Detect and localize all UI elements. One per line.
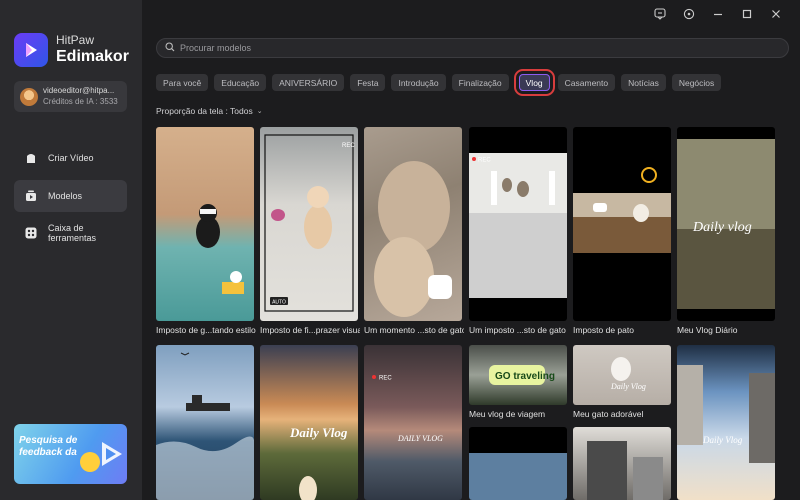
template-title: Um imposto ...sto de gato [469,325,566,335]
video-create-icon [24,151,38,165]
ratio-filter-label: Proporção da tela : Todos [156,106,253,116]
tab-casamento[interactable]: Casamento [557,74,616,91]
rec-label: REC [379,376,392,382]
template-card[interactable]: Daily Vlog [260,345,358,500]
template-card[interactable] [156,127,254,321]
brand-line1: HitPaw [56,32,95,47]
feedback-icon[interactable] [645,6,674,22]
account-email: videoeditor@hitpa... [43,85,115,95]
rec-label: REC [478,158,491,164]
tab-para-voce[interactable]: Para você [156,74,209,91]
daily-vlog-sunset-thumbnail: Daily Vlog [289,425,348,500]
templates-icon [24,189,38,203]
tab-introducao[interactable]: Introdução [391,74,446,91]
template-card[interactable] [469,427,567,500]
template-title: Meu vlog de viagem [469,409,546,419]
go-traveling-thumbnail: GO traveling [489,365,555,385]
template-title: Imposto de g...tando estilo [156,325,256,335]
daily-vlog-park-thumbnail: Daily vlog [677,139,775,309]
sidebar-item-label: Caixa de ferramentas [48,223,97,243]
template-card[interactable]: Daily vlog [677,127,775,321]
avatar[interactable] [20,87,38,106]
rec-label: REC [342,143,355,149]
sidebar-item-templates[interactable]: Modelos [14,180,127,212]
template-card[interactable] [573,427,671,500]
tab-finalizacao[interactable]: Finalização [451,74,509,91]
overlay-daily-vlog: Daily Vlog [289,425,348,440]
cat-on-bed-thumbnail [196,204,244,294]
daily-vlog-street-thumbnail: Daily Vlog [677,365,775,463]
tab-negocios[interactable]: Negócios [671,74,722,91]
brand-line2: Edimakor [56,47,129,65]
template-card[interactable] [573,127,671,321]
overlay-daily-vlog: Daily vlog [692,220,752,235]
template-card[interactable]: REC DAILY VLOG [364,345,462,500]
sidebar-item-toolbox[interactable]: Caixa de ferramentas [14,217,127,249]
overlay-daily-vlog-caps: DAILY VLOG [397,434,443,443]
city-building-thumbnail [587,441,663,500]
app-logo: HitPaw Edimakor [14,33,129,67]
puppy-thumbnail: AUTO REC [264,134,355,312]
chevron-down-icon: ⌄ [256,108,263,115]
template-card[interactable] [156,345,254,500]
kitten-thumbnail [374,161,452,317]
edimakor-logo-icon [14,33,48,67]
sidebar-item-label: Criar Vídeo [48,153,94,163]
minimize-icon[interactable] [703,6,732,22]
auto-label: AUTO [272,300,286,306]
daily-vlog-beach-thumbnail: REC DAILY VLOG [372,375,443,443]
overlay-daily-vlog: Daily Vlog [702,435,743,445]
window-view-thumbnail [469,453,567,500]
settings-icon[interactable] [674,6,703,22]
toolbox-icon [24,226,38,240]
search-icon [165,39,175,57]
ai-credits: Créditos de IA : 3533 [43,96,118,106]
ship-sea-thumbnail [156,352,254,500]
template-card[interactable]: Daily Vlog [677,345,775,500]
search-input[interactable] [180,43,760,53]
window-controls [645,6,790,22]
rabbits-hallway-thumbnail: REC [469,153,567,298]
overlay-go-traveling: GO traveling [495,371,555,382]
template-card[interactable] [364,127,462,321]
account-card[interactable]: videoeditor@hitpa... Créditos de IA : 35… [14,81,127,112]
tab-festa[interactable]: Festa [350,74,386,91]
sidebar: HitPaw Edimakor videoeditor@hitpa... Cré… [0,0,142,500]
template-title: Imposto de fi...prazer visual [260,325,360,335]
template-title: Meu gato adorável [573,409,644,419]
tab-vlog[interactable]: Vlog [513,69,555,96]
tab-noticias[interactable]: Notícias [621,74,666,91]
tab-educacao[interactable]: Educação [214,74,267,91]
template-title: Meu Vlog Diário [677,325,738,335]
promo-text: Pesquisa de feedback da [19,435,78,458]
tab-aniversario[interactable]: ANIVERSÁRIO [272,74,345,91]
template-search-bar[interactable] [156,38,789,58]
template-title: Imposto de pato [573,325,634,335]
category-tabs: Para você Educação ANIVERSÁRIO Festa Int… [156,69,722,96]
template-card[interactable]: Daily Vlog [573,345,671,405]
feedback-survey-banner[interactable]: Pesquisa de feedback da [14,424,127,484]
play-badge-icon [102,442,122,466]
duck-thumbnail [573,167,671,253]
aspect-ratio-filter[interactable]: Proporção da tela : Todos ⌄ [156,106,263,116]
sidebar-item-create-video[interactable]: Criar Vídeo [14,142,127,174]
template-card[interactable]: AUTO REC [260,127,358,321]
cat-vlog-thumbnail: Daily Vlog [610,357,646,391]
maximize-icon[interactable] [732,6,761,22]
overlay-daily-vlog-cat: Daily Vlog [610,382,646,391]
template-card[interactable]: GO traveling [469,345,567,405]
close-icon[interactable] [761,6,790,22]
template-title: Um momento ...sto de gato [364,325,464,335]
sidebar-item-label: Modelos [48,191,83,201]
template-card[interactable]: REC [469,127,567,321]
